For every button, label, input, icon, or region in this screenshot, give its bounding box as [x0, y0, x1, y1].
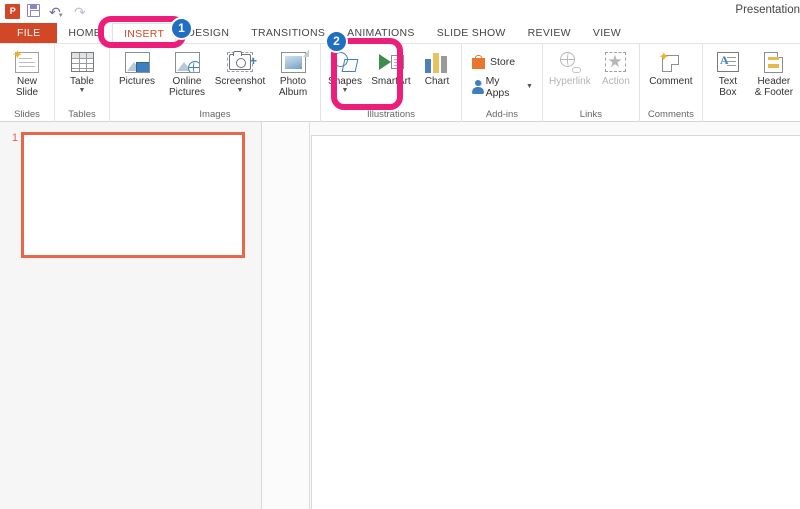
undo-caret-icon: ▼	[57, 13, 64, 19]
new-slide-icon: ✦	[12, 48, 39, 75]
new-slide-label: New Slide	[15, 76, 39, 98]
header-footer-label: Header & Footer	[754, 76, 794, 98]
store-label: Store	[490, 55, 516, 68]
chart-label: Chart	[424, 76, 450, 87]
action-icon: ★	[604, 49, 627, 75]
ribbon-group-links: Hyperlink ★ Action Links	[543, 44, 640, 122]
chart-icon	[425, 49, 449, 75]
table-caret-icon[interactable]: ▼	[79, 87, 86, 94]
window-title: Presentation	[735, 4, 800, 16]
ribbon-group-images: Pictures Online Pictures + Screenshot ▼	[110, 44, 321, 122]
slide-thumbnail[interactable]	[21, 132, 245, 258]
store-icon	[471, 54, 486, 69]
work-area: 1	[0, 122, 800, 509]
chart-button[interactable]: Chart	[415, 47, 459, 87]
ribbon-tab-bar: FILE HOME INSERT DESIGN TRANSITIONS ANIM…	[0, 23, 800, 44]
header-footer-icon	[764, 49, 784, 75]
ribbon-group-comments: ✦ Comment Comments	[640, 44, 703, 122]
table-button[interactable]: Table ▼	[57, 47, 107, 94]
pictures-icon	[124, 49, 150, 75]
screenshot-button[interactable]: + Screenshot ▼	[212, 47, 268, 94]
photo-album-label: Photo Album	[278, 76, 308, 98]
slide-thumbnail-pane[interactable]: 1	[0, 122, 262, 509]
header-footer-button[interactable]: Header & Footer	[748, 47, 800, 98]
group-label-images: Images	[199, 109, 231, 120]
redo-button[interactable]: ↷	[74, 4, 92, 20]
text-box-label: Text Box	[718, 76, 738, 98]
group-label-comments: Comments	[647, 109, 694, 120]
tab-slide-show[interactable]: SLIDE SHOW	[426, 23, 517, 43]
shapes-label: Shapes	[328, 76, 362, 87]
comment-icon: ✦	[658, 49, 682, 75]
group-label-tables: Tables	[68, 109, 96, 120]
save-icon	[27, 4, 40, 17]
group-label-illustrations: Illustrations	[366, 109, 416, 120]
text-box-button[interactable]: A Text Box	[708, 47, 748, 98]
hyperlink-label: Hyperlink	[549, 76, 591, 87]
pane-divider[interactable]	[262, 122, 310, 509]
my-apps-caret-icon[interactable]: ▼	[526, 83, 533, 90]
pictures-button[interactable]: Pictures	[112, 47, 162, 87]
smartart-label: SmartArt	[371, 76, 411, 87]
store-button[interactable]: Store	[468, 52, 536, 72]
comment-button[interactable]: ✦ Comment	[642, 47, 700, 88]
new-slide-button[interactable]: ✦ New Slide	[2, 47, 52, 98]
text-box-icon: A	[716, 49, 739, 75]
slide-canvas[interactable]	[311, 135, 800, 509]
group-label-links: Links	[579, 109, 602, 120]
smartart-button[interactable]: SmartArt	[367, 47, 415, 87]
screenshot-caret-icon[interactable]: ▼	[237, 87, 244, 94]
ribbon-group-illustrations: Shapes ▼ SmartArt Chart Illustrations	[321, 44, 462, 122]
table-label: Table	[70, 76, 94, 87]
tab-home[interactable]: HOME	[57, 23, 112, 43]
group-label-slides: Slides	[14, 109, 40, 120]
slide-thumbnail-item[interactable]: 1	[4, 132, 245, 258]
group-label-text: Text	[705, 109, 800, 122]
tab-transitions[interactable]: TRANSITIONS	[240, 23, 336, 43]
ribbon: ✦ New Slide Slides Table ▼ Tables Pictur…	[0, 44, 800, 122]
action-button[interactable]: ★ Action	[595, 47, 637, 87]
my-apps-button[interactable]: My Apps ▼	[468, 72, 536, 102]
step-badge-1: 1	[170, 17, 193, 40]
screenshot-label: Screenshot	[214, 76, 266, 87]
online-pictures-button[interactable]: Online Pictures	[162, 47, 212, 98]
ribbon-group-slides: ✦ New Slide Slides	[0, 44, 55, 122]
powerpoint-logo-icon: P	[5, 4, 20, 19]
tab-insert[interactable]: INSERT	[112, 23, 177, 44]
undo-button[interactable]: ↶▼	[49, 4, 67, 20]
screenshot-icon: +	[227, 49, 257, 75]
my-apps-label: My Apps	[485, 74, 510, 99]
title-bar: P ↶▼ ↷ Presentation	[0, 0, 800, 23]
group-label-addins: Add-ins	[485, 109, 519, 120]
hyperlink-icon	[558, 49, 582, 75]
photo-album-button[interactable]: Photo Album	[268, 47, 318, 98]
online-pictures-label: Online Pictures	[168, 76, 206, 98]
redo-icon: ↷	[74, 4, 86, 20]
slide-number-label: 1	[11, 132, 18, 144]
tab-file[interactable]: FILE	[0, 23, 58, 43]
shapes-button[interactable]: Shapes ▼	[323, 47, 367, 94]
online-pictures-icon	[174, 49, 200, 75]
shapes-caret-icon[interactable]: ▼	[342, 87, 349, 94]
comment-label: Comment	[649, 76, 693, 87]
smartart-icon	[378, 49, 404, 75]
my-apps-icon	[471, 79, 484, 94]
tab-animations[interactable]: ANIMATIONS	[336, 23, 426, 43]
step-badge-2: 2	[325, 30, 348, 53]
photo-album-icon	[280, 48, 309, 75]
powerpoint-window: P ↶▼ ↷ Presentation FILE HOME INSERT DES…	[0, 0, 800, 509]
hyperlink-button[interactable]: Hyperlink	[545, 47, 595, 87]
table-icon	[70, 49, 94, 75]
ribbon-group-text: A Text Box Header & Footer A WordArt	[703, 44, 800, 122]
pictures-label: Pictures	[118, 76, 156, 87]
tab-view[interactable]: VIEW	[582, 23, 632, 43]
quick-access-toolbar: P ↶▼ ↷	[0, 4, 92, 20]
tab-review[interactable]: REVIEW	[517, 23, 582, 43]
save-button[interactable]	[27, 4, 42, 19]
ribbon-group-tables: Table ▼ Tables	[55, 44, 110, 122]
ribbon-group-addins: Store My Apps ▼ Add-ins	[462, 44, 543, 122]
action-label: Action	[601, 76, 630, 87]
